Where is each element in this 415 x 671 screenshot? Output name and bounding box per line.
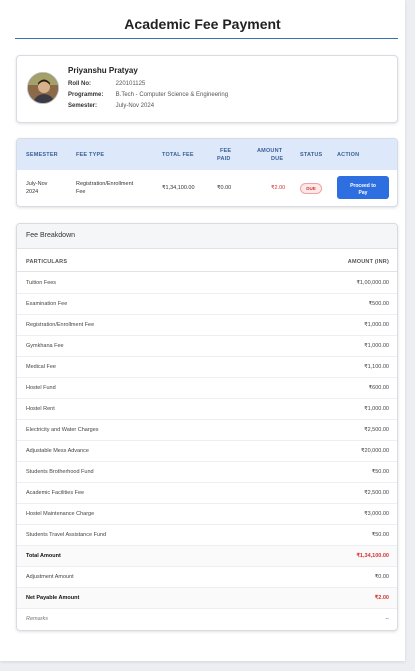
pay-button-label-line2: Pay: [358, 189, 368, 196]
net-payable-row: Net Payable Amount ₹2.00: [17, 588, 397, 609]
total-amount-label: Total Amount: [26, 553, 61, 559]
remarks-row: Remarks --: [17, 609, 397, 630]
list-item: Adjustable Mess Advance ₹20,000.00: [17, 441, 397, 462]
adjustment-amount-label: Adjustment Amount: [26, 574, 74, 580]
semester-row: Semester: July-Nov 2024: [68, 103, 154, 109]
item-amount: ₹2,500.00: [364, 490, 389, 496]
col-total-fee: TOTAL FEE: [162, 152, 194, 158]
item-label: Electricity and Water Charges: [26, 427, 99, 433]
item-amount: ₹1,000.00: [364, 343, 389, 349]
list-item: Hostel Rent ₹1,000.00: [17, 399, 397, 420]
adjustment-amount-value: ₹0.00: [374, 574, 389, 580]
adjustment-amount-row: Adjustment Amount ₹0.00: [17, 567, 397, 588]
col-action: ACTION: [337, 152, 360, 158]
item-label: Gymkhana Fee: [26, 343, 64, 349]
item-amount: ₹3,000.00: [364, 511, 389, 517]
col-semester: SEMESTER: [26, 152, 58, 158]
programme-row: Programme: B.Tech - Computer Science & E…: [68, 92, 228, 98]
total-amount-value: ₹1,34,100.00: [356, 553, 389, 559]
roll-no-label: Roll No:: [68, 81, 91, 87]
item-label: Hostel Maintenance Charge: [26, 511, 95, 517]
net-payable-value: ₹2.00: [374, 595, 389, 601]
list-item: Students Travel Assistance Fund ₹50.00: [17, 525, 397, 546]
net-payable-label: Net Payable Amount: [26, 595, 80, 601]
list-item: Electricity and Water Charges ₹2,500.00: [17, 420, 397, 441]
fee-summary-table: SEMESTER FEE TYPE TOTAL FEE FEE PAID AMO…: [16, 138, 398, 207]
col-status: STATUS: [300, 152, 323, 158]
semester-label: Semester:: [68, 103, 98, 109]
student-name: Priyanshu Pratyay: [68, 66, 138, 75]
row-fee-type-line2: Fee: [76, 189, 86, 195]
list-item: Registration/Enrollment Fee ₹1,000.00: [17, 315, 397, 336]
col-fee-paid-line2: PAID: [217, 156, 231, 162]
fee-payment-page: Academic Fee Payment Priyanshu Pratyay R…: [0, 0, 405, 661]
row-amount-due: ₹2.00: [271, 185, 286, 191]
programme-label: Programme:: [68, 92, 104, 98]
item-amount: ₹50.00: [371, 469, 389, 475]
list-item: Gymkhana Fee ₹1,000.00: [17, 336, 397, 357]
item-amount: ₹1,100.00: [364, 364, 389, 370]
item-amount: ₹600.00: [368, 385, 389, 391]
item-amount: ₹50.00: [371, 532, 389, 538]
item-amount: ₹1,000.00: [364, 406, 389, 412]
item-amount: ₹1,00,000.00: [356, 280, 389, 286]
roll-no-value: 220101125: [115, 81, 146, 87]
breakdown-title: Fee Breakdown: [26, 232, 76, 239]
fee-breakdown-card: Fee Breakdown PARTICULARS AMOUNT (INR) T…: [16, 223, 398, 631]
col-particulars: PARTICULARS: [26, 259, 68, 265]
list-item: Medical Fee ₹1,100.00: [17, 357, 397, 378]
student-profile-card: Priyanshu Pratyay Roll No: 220101125 Pro…: [16, 55, 398, 123]
breakdown-header: Fee Breakdown: [17, 224, 397, 249]
remarks-value: --: [385, 616, 389, 622]
row-fee-type-line1: Registration/Enrollment: [76, 181, 134, 187]
item-amount: ₹2,500.00: [364, 427, 389, 433]
item-label: Examination Fee: [26, 301, 68, 307]
item-amount: ₹500.00: [368, 301, 389, 307]
avatar-photo-icon: [28, 73, 58, 103]
list-item: Tuition Fees ₹1,00,000.00: [17, 273, 397, 294]
list-item: Academic Facilities Fee ₹2,500.00: [17, 483, 397, 504]
table-header: SEMESTER FEE TYPE TOTAL FEE FEE PAID AMO…: [17, 139, 397, 170]
remarks-label: Remarks: [26, 616, 49, 622]
list-item: Examination Fee ₹500.00: [17, 294, 397, 315]
row-fee-paid: ₹0.00: [217, 185, 232, 191]
proceed-to-pay-button[interactable]: Proceed to Pay: [337, 176, 389, 199]
item-label: Adjustable Mess Advance: [26, 448, 89, 454]
programme-value: B.Tech - Computer Science & Engineering: [115, 92, 229, 98]
item-label: Students Brotherhood Fund: [26, 469, 94, 475]
pay-button-label-line1: Proceed to: [350, 182, 376, 189]
title-divider: [15, 38, 398, 39]
item-label: Registration/Enrollment Fee: [26, 322, 95, 328]
item-label: Medical Fee: [26, 364, 56, 370]
item-amount: ₹1,000.00: [364, 322, 389, 328]
list-item: Hostel Maintenance Charge ₹3,000.00: [17, 504, 397, 525]
page-title: Academic Fee Payment: [124, 16, 281, 32]
list-item: Hostel Fund ₹600.00: [17, 378, 397, 399]
total-amount-row: Total Amount ₹1,34,100.00: [17, 546, 397, 567]
row-semester-line1: July-Nov: [26, 181, 48, 187]
col-amount-due-line2: DUE: [271, 156, 284, 162]
item-label: Students Travel Assistance Fund: [26, 532, 107, 538]
item-label: Tuition Fees: [26, 280, 57, 286]
avatar: [27, 72, 59, 104]
roll-no-row: Roll No: 220101125: [68, 81, 145, 87]
col-amount-due-line1: AMOUNT: [257, 148, 283, 154]
col-fee-paid-line1: FEE: [220, 148, 232, 154]
row-total-fee: ₹1,34,100.00: [162, 185, 195, 191]
item-amount: ₹20,000.00: [361, 448, 389, 454]
breakdown-column-header: PARTICULARS AMOUNT (INR): [17, 252, 397, 272]
item-label: Hostel Rent: [26, 406, 55, 412]
col-amount-inr: AMOUNT (INR): [347, 259, 389, 265]
row-semester-line2: 2024: [26, 189, 39, 195]
semester-value: July-Nov 2024: [115, 103, 155, 109]
list-item: Students Brotherhood Fund ₹50.00: [17, 462, 397, 483]
item-label: Academic Facilities Fee: [26, 490, 85, 496]
item-label: Hostel Fund: [26, 385, 56, 391]
col-fee-type: FEE TYPE: [76, 152, 105, 158]
status-badge: DUE: [300, 183, 322, 194]
